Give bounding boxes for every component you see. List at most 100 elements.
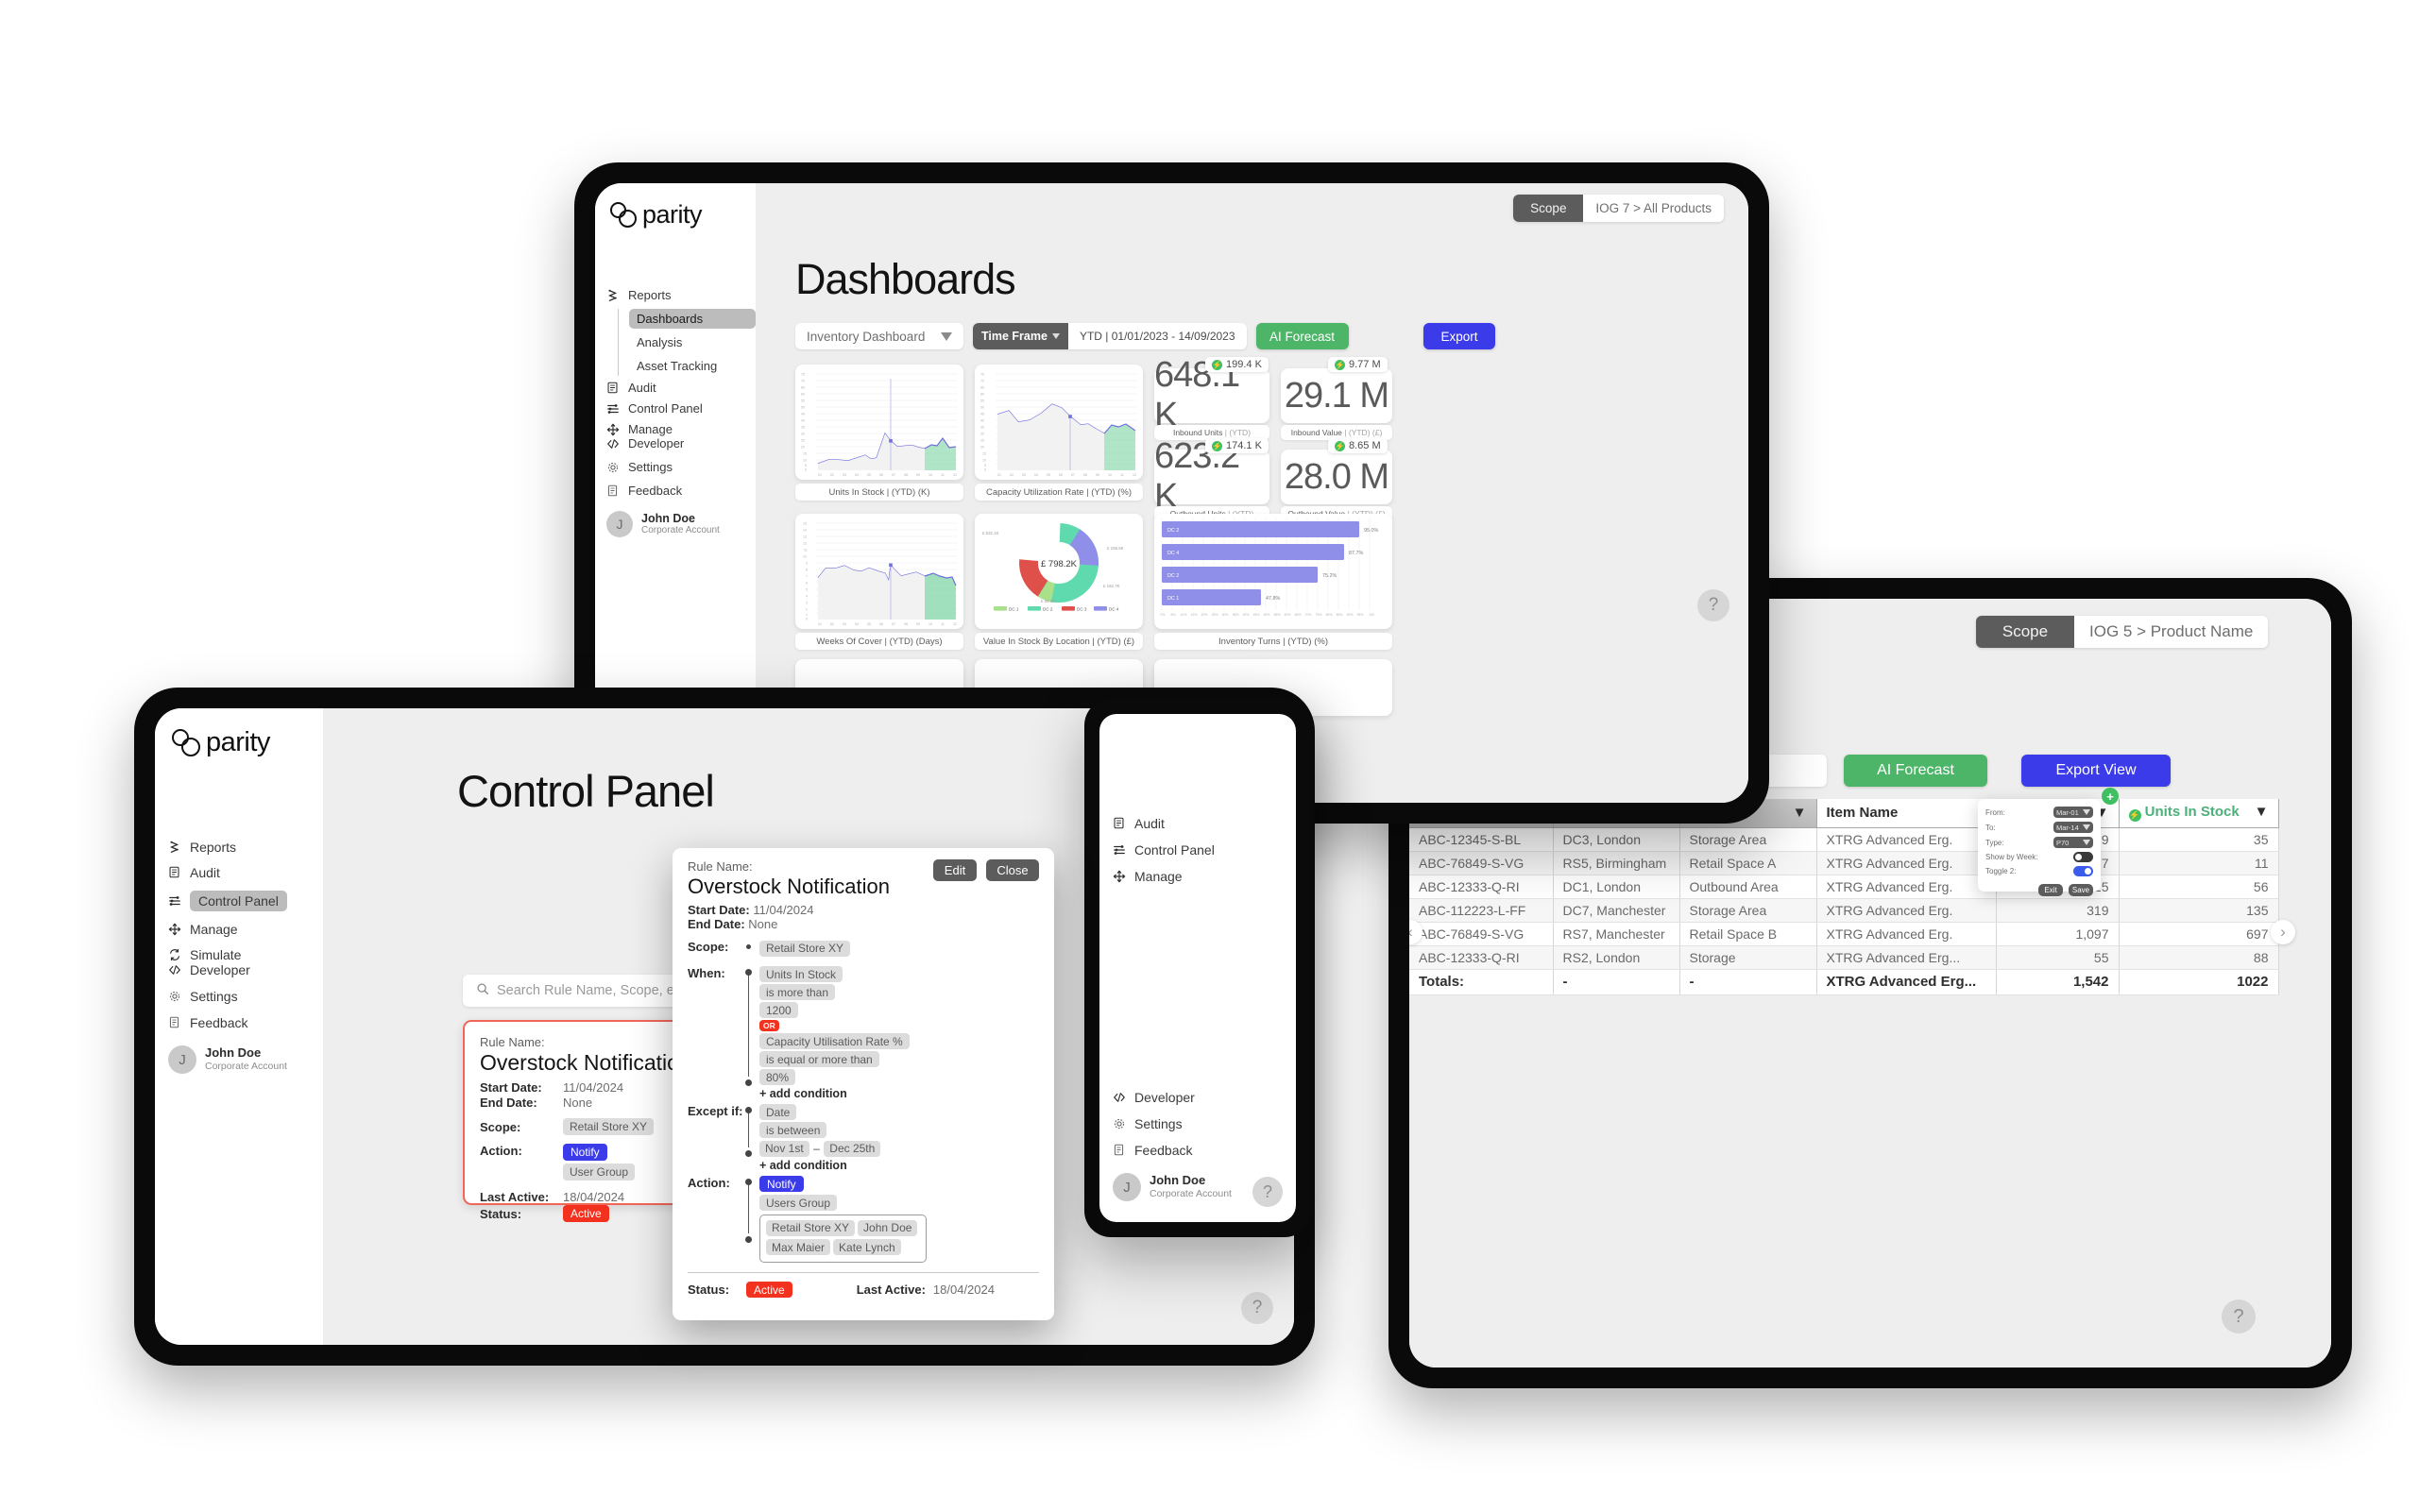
sort-icon[interactable]: ▼ (2255, 804, 2269, 820)
popover-select[interactable]: Mar-14 (2053, 822, 2093, 833)
sidebar-item-feedback[interactable]: Feedback (168, 1015, 323, 1030)
table-row[interactable]: ABC-112223-L-FF DC7, Manchester Storage Ar… (1409, 898, 2279, 923)
scope-bar[interactable]: Scope IOG 7 > All Products (1513, 195, 1724, 222)
sidebar-item-manage[interactable]: Manage (1113, 869, 1296, 884)
when-add-condition[interactable]: + add condition (759, 1087, 910, 1100)
edit-button[interactable]: Edit (933, 859, 977, 881)
sidebar-item-reports[interactable]: Reports (606, 288, 756, 302)
sidebar-item-simulate[interactable]: Simulate (168, 947, 323, 962)
svg-text:40: 40 (801, 419, 805, 423)
sidebar-item-control-panel[interactable]: Control Panel (1113, 842, 1296, 858)
help-button[interactable]: ? (1697, 589, 1729, 621)
sidebar-item-settings[interactable]: Settings (168, 989, 323, 1004)
condition-pill[interactable]: 80% (759, 1069, 796, 1085)
export-button[interactable]: Export (1423, 323, 1495, 349)
export-view-button[interactable]: Export View (2021, 755, 2171, 787)
action-user-pill[interactable]: John Doe (858, 1219, 918, 1236)
sidebar-item-asset-tracking[interactable]: Asset Tracking (629, 356, 756, 376)
svg-text:09: 09 (916, 473, 920, 477)
sidebar-item-settings[interactable]: Settings (606, 460, 756, 474)
table-row[interactable]: ABC-12333-Q-RI DC1, London Outbound Area XT… (1409, 875, 2279, 899)
close-button[interactable]: Close (986, 859, 1039, 881)
chart-card-value-in-stock[interactable]: £ 798.2K £ 532.1K £ 159.5K £ 162.7K £ 56… (975, 514, 1143, 629)
next-page-button[interactable]: › (2271, 920, 2295, 944)
condition-pill[interactable]: Units In Stock (759, 966, 843, 982)
help-button[interactable]: ? (2222, 1300, 2256, 1334)
sidebar-item-settings[interactable]: Settings (1113, 1116, 1232, 1131)
svg-text:DC 4: DC 4 (1109, 607, 1119, 612)
svg-text:87.7%: 87.7% (1349, 551, 1363, 556)
sidebar-item-developer[interactable]: Developer (606, 436, 756, 450)
table-row[interactable]: ABC-76849-S-VG RS7, Manchester Retail Spac… (1409, 922, 2279, 946)
cell-units-in-stock: 35 (2119, 827, 2279, 852)
sidebar-item-feedback[interactable]: Feedback (1113, 1143, 1232, 1158)
condition-pill[interactable]: is equal or more than (759, 1051, 879, 1067)
sidebar-item-audit[interactable]: Audit (606, 381, 756, 395)
modal-when-label: When: (688, 966, 725, 980)
sidebar-item-analysis[interactable]: Analysis (629, 332, 756, 352)
user-profile[interactable]: J John Doe Corporate Account (606, 511, 756, 537)
chart-card-units-in-stock[interactable]: 75 70 65 60 55 50 45 40 35 30 25 20 15 10 5 0 01 02 03 (795, 365, 963, 480)
condition-pill[interactable]: is more than (759, 984, 836, 1000)
except-add-condition[interactable]: + add condition (759, 1159, 880, 1172)
svg-text:10: 10 (928, 622, 932, 626)
time-frame-group[interactable]: Time Frame YTD | 01/01/2023 - 14/09/2023 (973, 323, 1247, 349)
sidebar-item-reports[interactable]: Reports (168, 840, 323, 855)
except-range-to[interactable]: Dec 25th (824, 1140, 881, 1157)
exit-button[interactable]: Exit (2038, 884, 2063, 896)
chart-card-weeks-of-cover[interactable]: 15 14 13 12 11 10 9 8 7654 3210 01 02 03 04 (795, 514, 963, 629)
sort-icon[interactable]: ▼ (1793, 805, 1807, 821)
sidebar-item-audit[interactable]: Audit (1113, 816, 1296, 831)
add-column-button[interactable]: + (2102, 788, 2119, 805)
svg-text:08: 08 (1083, 473, 1087, 477)
action-user-pill[interactable]: Max Maier (766, 1239, 831, 1255)
sidebar-item-control-panel-label: Control Panel (190, 891, 287, 911)
popover-select-value: Mar-01 (2056, 807, 2079, 817)
action-users-box[interactable]: Retail Store XY John Doe Max Maier Kate Lyn… (759, 1215, 928, 1263)
svg-text:30: 30 (980, 433, 984, 436)
sidebar-item-dashboards[interactable]: Dashboards (629, 309, 756, 329)
except-range-from[interactable]: Nov 1st (759, 1140, 809, 1157)
dashboard-select[interactable]: Inventory Dashboard (795, 323, 963, 349)
sidebar-item-manage[interactable]: Manage (168, 922, 323, 937)
cell-area: Outbound Area (1679, 875, 1817, 899)
sidebar-item-control-panel[interactable]: Control Panel (606, 401, 756, 416)
action-user-pill[interactable]: Kate Lynch (833, 1239, 901, 1255)
help-button[interactable]: ? (1241, 1292, 1273, 1324)
modal-end-value: None (748, 917, 778, 931)
table-body: ABC-12345-S-BL DC3, London Storage Area XTR… (1409, 827, 2279, 995)
sidebar-item-manage[interactable]: Manage (606, 422, 756, 436)
user-profile[interactable]: J John Doe Corporate Account (168, 1045, 323, 1074)
condition-pill[interactable]: Date (759, 1104, 797, 1120)
cell-item-name: XTRG Advanced Erg. (1816, 898, 1997, 923)
condition-pill[interactable]: Capacity Utilisation Rate % (759, 1033, 910, 1049)
condition-pill[interactable]: is between (759, 1122, 827, 1138)
help-button[interactable]: ? (1252, 1177, 1283, 1207)
condition-pill[interactable]: 1200 (759, 1002, 798, 1018)
ai-forecast-button[interactable]: AI Forecast (1844, 755, 1987, 787)
table-row[interactable]: ABC-76849-S-VG RS5, Birmingham Retail Spac… (1409, 851, 2279, 875)
sidebar-item-feedback[interactable]: Feedback (606, 484, 756, 498)
table-row[interactable]: ABC-12333-Q-RI RS2, London Storage XTRG Adv… (1409, 945, 2279, 970)
sidebar-item-control-panel[interactable]: Control Panel (168, 891, 323, 911)
popover-select[interactable]: Mar-01 (2053, 807, 2093, 818)
user-profile[interactable]: J John Doe Corporate Account (1113, 1173, 1232, 1201)
popover-toggle[interactable] (2073, 852, 2093, 862)
sidebar-item-audit[interactable]: Audit (168, 865, 323, 880)
chart-card-inventory-turns[interactable]: DC 2 95.0% DC 4 87.7% DC 2 75.2% DC 1 47… (1154, 514, 1392, 629)
action-user-pill[interactable]: Retail Store XY (766, 1219, 856, 1236)
save-button[interactable]: Save (2069, 884, 2093, 896)
col-units-in-stock[interactable]: ⚡ Units In Stock ▼ (2119, 799, 2279, 828)
popover-toggle[interactable] (2073, 866, 2093, 876)
table-row[interactable]: ABC-12345-S-BL DC3, London Storage Area XTR… (1409, 827, 2279, 852)
condition-pill[interactable]: OR (759, 1020, 779, 1031)
scope-bar[interactable]: Scope IOG 5 > Product Name (1976, 616, 2269, 648)
sidebar-item-developer[interactable]: Developer (168, 962, 323, 977)
sidebar-item-settings-label: Settings (628, 460, 673, 474)
ai-forecast-button[interactable]: AI Forecast (1255, 323, 1349, 349)
svg-text:11: 11 (941, 622, 945, 626)
chart-card-capacity-utilization[interactable]: 75 70 65 60 55 50 45 40 35 30 25 20 15 10 5 0 01 02 03 (975, 365, 1143, 480)
col-item-name[interactable]: Item Name (1816, 799, 1997, 828)
popover-select[interactable]: P70 (2053, 837, 2093, 848)
sidebar-item-developer[interactable]: Developer (1113, 1090, 1232, 1105)
